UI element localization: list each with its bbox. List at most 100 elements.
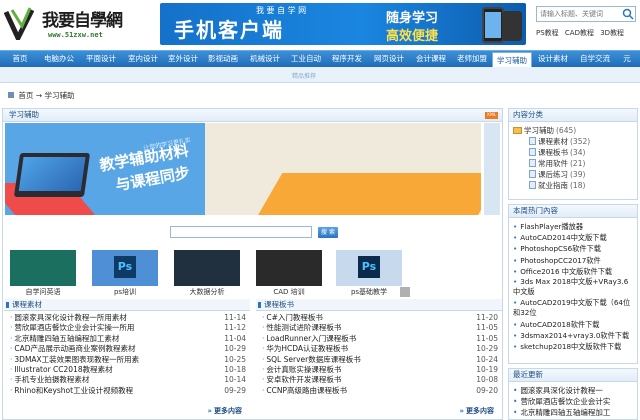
nav-item-graphic[interactable]: 平面设计	[80, 51, 122, 67]
category-item[interactable]: 课后练习 (39)	[513, 169, 637, 180]
nav-item-forum[interactable]: 自学交流	[574, 51, 616, 67]
materials-more-link[interactable]: 更多内容	[207, 406, 242, 416]
board-more-link[interactable]: 更多内容	[459, 406, 494, 416]
content-search-input[interactable]	[170, 226, 312, 238]
hot-item[interactable]: 3ds Max 2018中文版+VRay3.6中文版	[513, 277, 635, 298]
document-icon	[529, 170, 536, 178]
hot-title: 本周热门內容	[509, 205, 637, 218]
xml-rss-icon[interactable]: XML	[485, 112, 498, 119]
latest-item[interactable]: 北京精雕四轴五轴编程加工	[513, 407, 635, 418]
search-input[interactable]	[536, 6, 636, 22]
document-icon	[529, 137, 536, 145]
list-item[interactable]: 会计真账实操课程板书10-19	[262, 365, 498, 375]
latest-item[interactable]: 圆滚家具深化设计教程一	[513, 385, 635, 396]
list-item[interactable]: 北京精雕四轴五轴编程加工素材11-04	[10, 334, 246, 344]
hot-item[interactable]: AutoCAD2019中文版下载（64位和32位	[513, 298, 635, 319]
nav-item-mechanical[interactable]: 机械设计	[244, 51, 286, 67]
list-item[interactable]: 营欣犀酒店餐饮企业会计实操一所用11-12	[10, 323, 246, 333]
breadcrumb-current[interactable]: 学习辅助	[44, 91, 74, 100]
quick-link-ps[interactable]: PS教程	[536, 29, 559, 37]
nav-item-home[interactable]: 首页	[2, 51, 38, 67]
materials-list: 课程素材 圆滚家具深化设计教程一所用素材11-14 营欣犀酒店餐饮企业会计实操一…	[4, 299, 250, 420]
nav-item-study-aid[interactable]: 学习辅助	[492, 52, 532, 68]
main-panel-title: 学习辅助	[3, 109, 502, 122]
breadcrumb-home[interactable]: 首页	[18, 91, 33, 100]
category-item[interactable]: 课程素材 (352)	[513, 136, 637, 147]
thumb-english[interactable]: 自学问英语	[10, 250, 76, 300]
list-item[interactable]: CAD产品展示动画商业案例教程素材10-29	[10, 344, 246, 354]
list-item[interactable]: LoadRunner入门课程板书11-05	[262, 334, 498, 344]
category-item[interactable]: 常用软件 (21)	[513, 158, 637, 169]
latest-panel: 最近更新 圆滚家具深化设计教程一 营欣犀酒店餐饮企业会计实 北京精雕四轴五轴编程…	[508, 368, 638, 420]
nav-item-web[interactable]: 网页设计	[368, 51, 410, 67]
category-item[interactable]: 课程板书 (34)	[513, 147, 637, 158]
nav-item-more[interactable]: 元	[616, 51, 638, 67]
banner-tag2: 高效便捷	[386, 29, 439, 44]
list-item[interactable]: Rhino和Keyshot工业设计视频教程09-29	[10, 386, 246, 396]
thumb-bigdata[interactable]: 大数据分析	[174, 250, 240, 300]
hero-bg-orange	[247, 173, 481, 215]
list-item[interactable]: SQL Server数据库课程板书10-24	[262, 355, 498, 365]
list-item[interactable]: C#入门教程板书11-20	[262, 313, 498, 323]
thumb-image: Ps	[92, 250, 158, 286]
breadcrumb-sep: →	[35, 91, 43, 100]
nav-item-interior[interactable]: 室内设计	[122, 51, 164, 67]
quick-link-3d[interactable]: 3D教程	[600, 29, 624, 37]
materials-title: 课程素材	[4, 299, 250, 311]
nav-item-materials[interactable]: 设计素材	[532, 51, 574, 67]
thumb-caption[interactable]: ps基础教学	[336, 287, 402, 297]
thumb-image	[174, 250, 240, 286]
category-item[interactable]: 就业指南 (18)	[513, 180, 637, 191]
nav-item-teacher[interactable]: 老师加盟	[452, 51, 492, 67]
hot-item[interactable]: PhotoshopCS6软件下载	[513, 243, 635, 254]
thumb-image	[256, 250, 322, 286]
hot-item[interactable]: 3dsmax2014+vray3.0软件下载	[513, 330, 635, 341]
nav-item-exterior[interactable]: 室外设计	[164, 51, 202, 67]
subnav-bar: 精品推荐	[0, 67, 640, 83]
nav-item-accounting[interactable]: 会计课程	[410, 51, 452, 67]
hero-scroll-thumbs[interactable]	[484, 123, 500, 215]
list-item[interactable]: 性能测试进阶课程板书11-05	[262, 323, 498, 333]
thumb-caption[interactable]: ps培训	[92, 287, 158, 297]
list-item[interactable]: 华为HCDA认证教程板书10-29	[262, 344, 498, 354]
hot-item[interactable]: AutoCAD2014中文版下载	[513, 232, 635, 243]
document-icon	[529, 159, 536, 167]
hot-item[interactable]: AutoCAD2018软件下载	[513, 319, 635, 330]
list-item[interactable]: Illustrator CC2018教程素材10-18	[10, 365, 246, 375]
thumb-caption[interactable]: 大数据分析	[174, 287, 240, 297]
quick-link-cad[interactable]: CAD教程	[565, 29, 594, 37]
nav-item-automation[interactable]: 工业自动	[286, 51, 326, 67]
list-item[interactable]: 手机专业拍摄教程素材10-14	[10, 375, 246, 385]
nav-item-programming[interactable]: 程序开发	[326, 51, 368, 67]
category-title: 内容分类	[509, 109, 637, 122]
thumb-ps[interactable]: Ps ps培训	[92, 250, 158, 300]
hot-panel: 本周热门內容 FlashPlayer播放器 AutoCAD2014中文版下载 P…	[508, 204, 638, 364]
hot-item[interactable]: FlashPlayer播放器	[513, 221, 635, 232]
nav-item-animation[interactable]: 影视动画	[202, 51, 244, 67]
thumb-caption[interactable]: 自学问英语	[10, 287, 76, 297]
category-root[interactable]: 学习辅助 (645)	[513, 125, 637, 136]
list-item[interactable]: 圆滚家具深化设计教程一所用素材11-14	[10, 313, 246, 323]
search-icon[interactable]	[622, 8, 634, 20]
hot-item[interactable]: PhotoshopCC2017软件	[513, 255, 635, 266]
thumb-caption[interactable]: CAD 培训	[256, 287, 322, 297]
thumb-image: Ps	[336, 250, 402, 286]
subnav-hint: 精品推荐	[292, 73, 317, 80]
list-item[interactable]: 3DMAX工装效果图表现教程一所用素10-25	[10, 355, 246, 365]
content-search-button[interactable]: 搜 索	[318, 227, 338, 238]
thumb-ps-basic[interactable]: Ps ps基础教学	[336, 250, 402, 300]
logo-url: www.51zxw.net	[48, 31, 103, 39]
site-logo[interactable]: 我要自學網 www.51zxw.net	[4, 4, 154, 44]
list-item[interactable]: CCNP高级路由课程板书09-20	[262, 386, 498, 396]
latest-item[interactable]: 营欣犀酒店餐饮企业会计实	[513, 396, 635, 407]
hot-item[interactable]: sketchup2018中文版软件下载	[513, 341, 635, 352]
thumb-cad[interactable]: CAD 培训	[256, 250, 322, 300]
list-item[interactable]: 安卓软件开发课程板书10-08	[262, 375, 498, 385]
app-banner[interactable]: 我 要 自 学 网 手机客户端 随身学习 高效便捷	[160, 3, 526, 45]
hot-item[interactable]: Office2016 中文版软件下载	[513, 266, 635, 277]
logo-mark-icon	[4, 7, 34, 40]
document-icon	[529, 181, 536, 189]
thumbs-next-icon[interactable]	[400, 287, 410, 297]
nav-item-office[interactable]: 电脑办公	[38, 51, 80, 67]
hero-banner[interactable]: 让您的学习更扎实 教学辅助材料 与课程同步	[5, 123, 481, 215]
